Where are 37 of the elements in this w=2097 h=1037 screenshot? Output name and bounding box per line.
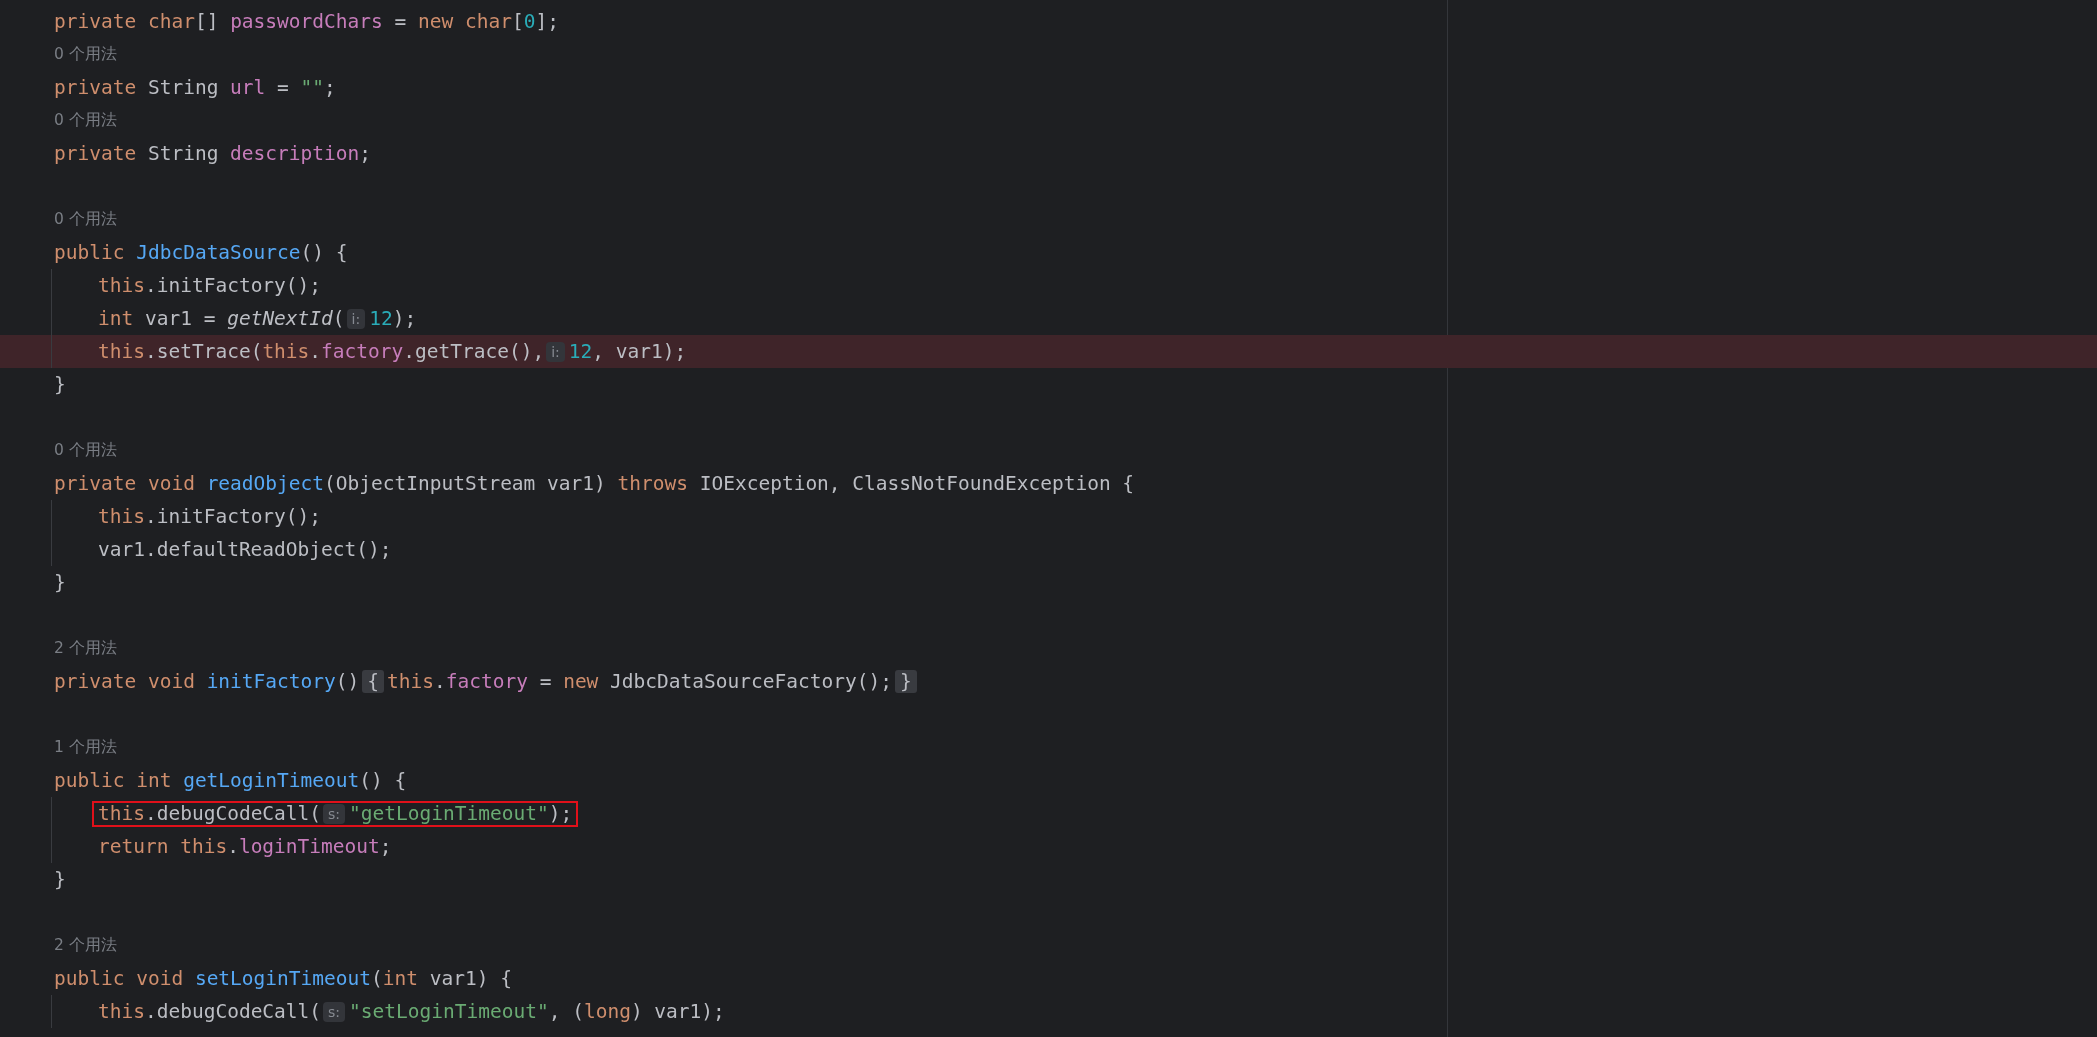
code-text: } (54, 868, 66, 891)
code-text: private String url = ""; (54, 76, 336, 99)
usage-count-hint[interactable]: 0 个用法 (54, 440, 117, 461)
parameter-hint: s: (323, 1001, 346, 1022)
parameter-hint: s: (323, 803, 346, 824)
usage-count-hint[interactable]: 2 个用法 (54, 935, 117, 956)
code-text: this.debugCodeCall( (98, 802, 322, 825)
code-text: this.initFactory(); (98, 505, 322, 528)
folded-code-marker[interactable]: { (362, 670, 384, 693)
code-text: int var1 = getNextId( (98, 307, 345, 330)
code-text: 12); (369, 307, 417, 330)
code-text: "getLoginTimeout"); (349, 802, 573, 825)
code-text: public JdbcDataSource() { (54, 241, 348, 264)
code-text: private String description; (54, 142, 371, 165)
code-text: } (54, 571, 66, 594)
code-text: return this.loginTimeout; (98, 835, 392, 858)
code-text: var1.defaultReadObject(); (98, 538, 392, 561)
folded-code-marker[interactable]: } (894, 670, 917, 693)
code-text: 12, var1); (568, 340, 687, 363)
usage-count-hint[interactable]: 1 个用法 (54, 737, 117, 758)
code-text: } (54, 373, 66, 396)
code-text: private void readObject(ObjectInputStream var1) throws IOException, ClassNotFoundException { (54, 472, 1135, 495)
code-text: this.debugCodeCall( (98, 1000, 322, 1023)
code-text: private void initFactory() (54, 670, 360, 693)
code-text: private char[] passwordChars = new char[0]; (54, 10, 559, 33)
code-text: this.factory = new JdbcDataSourceFactory(); (387, 670, 892, 693)
usage-count-hint[interactable]: 2 个用法 (54, 638, 117, 659)
usage-count-hint[interactable]: 0 个用法 (54, 110, 117, 131)
usage-count-hint[interactable]: 0 个用法 (54, 209, 117, 230)
code-text: public int getLoginTimeout() { (54, 769, 407, 792)
parameter-hint: i: (346, 308, 366, 329)
code-text: "setLoginTimeout", (long) var1); (349, 1000, 725, 1023)
usage-count-hint[interactable]: 0 个用法 (54, 44, 117, 65)
code-text: this.setTrace(this.factory.getTrace(), (98, 340, 545, 363)
parameter-hint: i: (546, 341, 565, 362)
code-text: this.initFactory(); (98, 274, 322, 297)
code-text: public void setLoginTimeout(int var1) { (54, 967, 512, 990)
